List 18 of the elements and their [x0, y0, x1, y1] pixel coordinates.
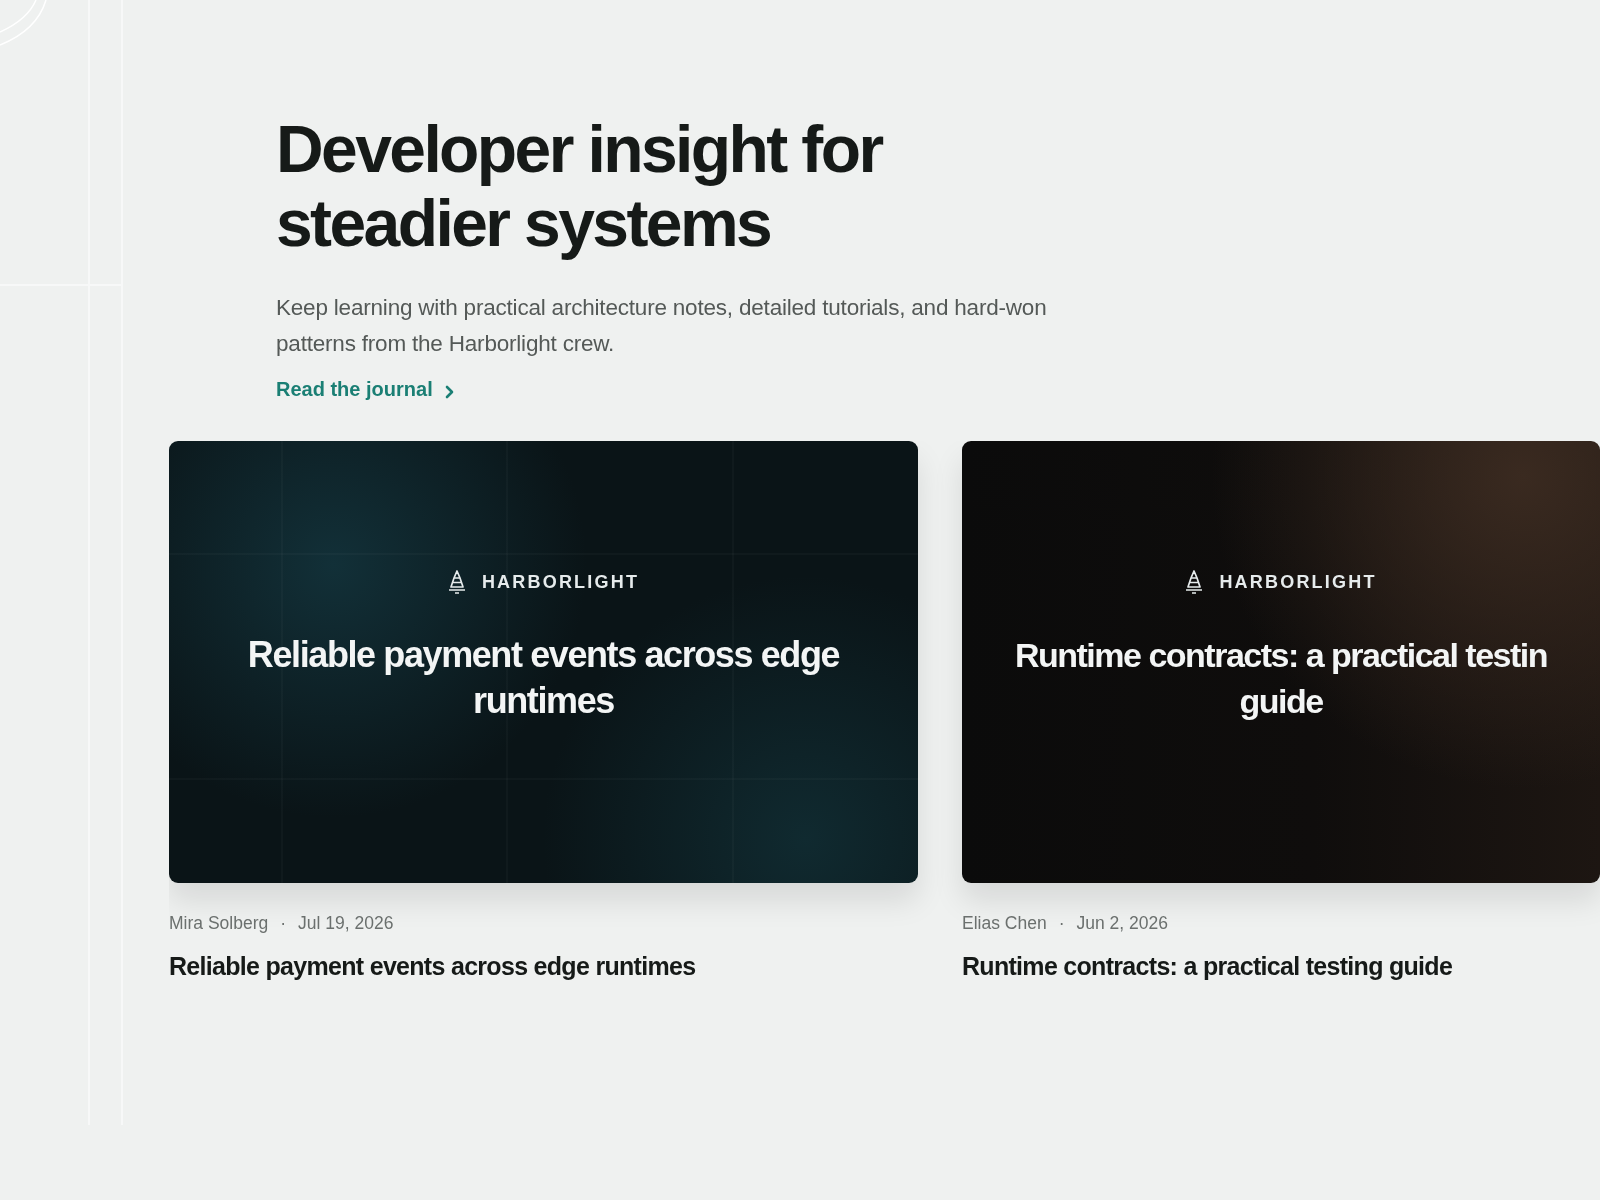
- cover-title: Reliable payment events across edge runtimes: [246, 633, 841, 723]
- intro-paragraph: Keep learning with practical architecture notes, detailed tutorials, and hard-won patterns from the Harborlight crew.: [276, 294, 1048, 358]
- post-title-link[interactable]: Reliable payment events across edge runtimes: [169, 952, 918, 981]
- separator-dot: ·: [1058, 913, 1065, 934]
- separator-dot: ·: [280, 913, 287, 934]
- post-title-link[interactable]: Runtime contracts: a practical testing guide: [962, 952, 1600, 981]
- author-name: Elias Chen: [962, 913, 1047, 934]
- journal-link[interactable]: Read the journal: [276, 378, 455, 401]
- post-cover[interactable]: HARBORLIGHT Reliable payment events across edge runtimes: [169, 441, 918, 883]
- page-heading: Developer insight for steadier systems: [276, 112, 883, 260]
- brand-wordmark: HARBORLIGHT: [1219, 571, 1377, 593]
- post-cover[interactable]: HARBORLIGHT Runtime contracts: a practical testin guide: [962, 441, 1600, 883]
- post-date: Jul 19, 2026: [298, 913, 394, 934]
- post-date: Jun 2, 2026: [1076, 913, 1168, 934]
- cover-title: Runtime contracts: a practical testin guide: [1014, 635, 1548, 722]
- brand-wordmark: HARBORLIGHT: [481, 571, 640, 593]
- author-name: Mira Solberg: [169, 913, 269, 934]
- chevron-right-icon: [444, 384, 455, 399]
